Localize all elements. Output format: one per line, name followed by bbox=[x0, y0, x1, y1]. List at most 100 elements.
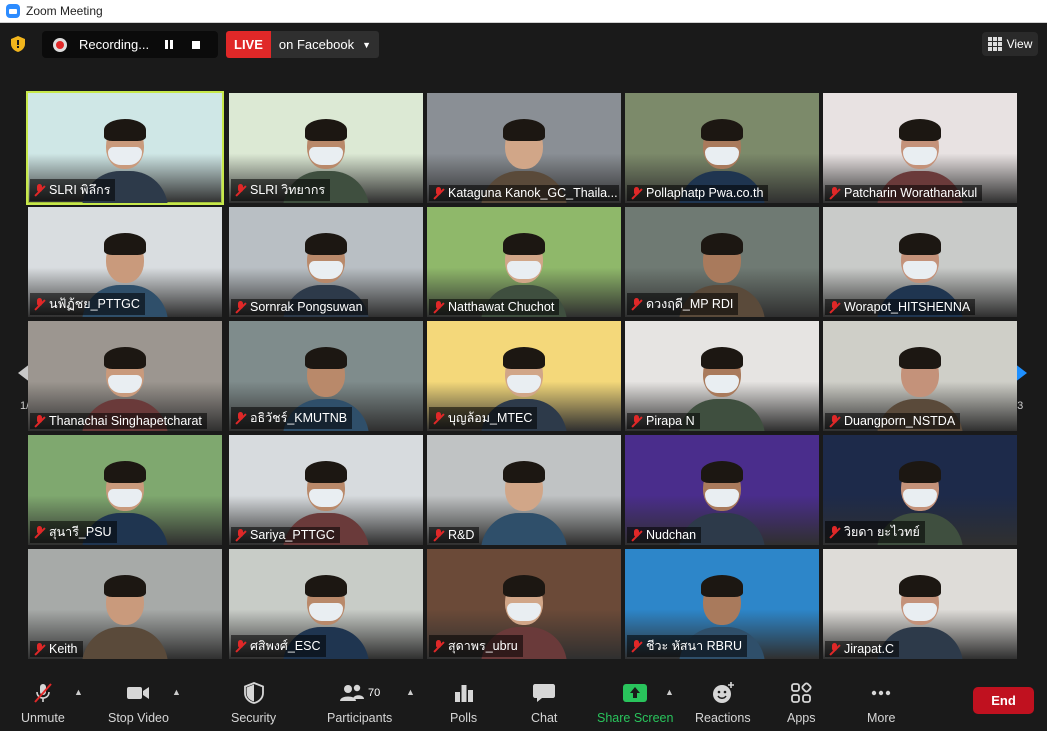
participant-name-tag: วิยดา ยะไวทย์ bbox=[825, 521, 925, 543]
participant-video-tile[interactable]: อธิวัชร์_KMUTNB bbox=[229, 321, 423, 431]
microphone-muted-icon bbox=[34, 525, 45, 539]
participant-video-tile[interactable]: ศสิพงศ์_ESC bbox=[229, 549, 423, 659]
participant-name-tag: Nudchan bbox=[627, 527, 702, 543]
microphone-muted-icon bbox=[631, 528, 642, 542]
participant-video-tile[interactable]: Sariya_PTTGC bbox=[229, 435, 423, 545]
meeting-topbar: Recording... LIVE on Facebook ▼ View bbox=[0, 23, 1047, 68]
pause-recording-button[interactable] bbox=[165, 40, 173, 49]
participant-name-tag: Kataguna Kanok_GC_Thaila... bbox=[429, 185, 619, 201]
chat-bubble-icon bbox=[532, 681, 556, 705]
participant-name: Pollaphatp Pwa.co.th bbox=[646, 186, 764, 200]
participant-video-tile[interactable]: วิยดา ยะไวทย์ bbox=[823, 435, 1017, 545]
participant-name-tag: Pirapa N bbox=[627, 413, 700, 429]
polls-bar-chart-icon bbox=[453, 681, 475, 705]
stop-video-button[interactable]: Stop Video bbox=[108, 681, 169, 725]
share-screen-button[interactable]: Share Screen bbox=[597, 681, 673, 725]
participants-options-chevron-icon[interactable]: ▲ bbox=[406, 687, 415, 697]
microphone-muted-icon bbox=[631, 639, 642, 653]
participant-video-tile[interactable]: Kataguna Kanok_GC_Thaila... bbox=[427, 93, 621, 203]
participant-name-tag: SLRI วิทยากร bbox=[231, 179, 331, 201]
participant-video-tile[interactable]: SLRI พิลึกร bbox=[26, 91, 224, 205]
microphone-muted-icon bbox=[433, 186, 444, 200]
participant-video-tile[interactable]: Nudchan bbox=[625, 435, 819, 545]
participant-name: สุดาพร_ubru bbox=[448, 639, 518, 653]
participant-name: ศสิพงศ์_ESC bbox=[250, 639, 321, 653]
microphone-muted-icon bbox=[631, 297, 642, 311]
participant-video-tile[interactable]: Sornrak Pongsuwan bbox=[229, 207, 423, 317]
participant-video-tile[interactable]: Duangporn_NSTDA bbox=[823, 321, 1017, 431]
participant-name: Patcharin Worathanakul bbox=[844, 186, 978, 200]
participant-name: วิยดา ยะไวทย์ bbox=[844, 525, 920, 539]
participant-name: ดวงฤดี_MP RDI bbox=[646, 297, 734, 311]
reactions-button[interactable]: Reactions bbox=[695, 681, 751, 725]
participant-video-tile[interactable]: ชีวะ หัสนา RBRU bbox=[625, 549, 819, 659]
stop-video-label: Stop Video bbox=[108, 711, 169, 725]
share-options-chevron-icon[interactable]: ▲ bbox=[665, 687, 674, 697]
live-destination-dropdown[interactable]: on Facebook ▼ bbox=[270, 31, 379, 58]
participant-name: Sornrak Pongsuwan bbox=[250, 300, 363, 314]
stop-recording-button[interactable] bbox=[192, 40, 200, 49]
participant-name-tag: Thanachai Singhapetcharat bbox=[30, 413, 207, 429]
participant-name: Sariya_PTTGC bbox=[250, 528, 335, 542]
participant-video-tile[interactable]: Jirapat.C bbox=[823, 549, 1017, 659]
participant-video-tile[interactable]: Natthawat Chuchot bbox=[427, 207, 621, 317]
participant-video-tile[interactable]: นฟ้ฏ้ชย_PTTGC bbox=[28, 207, 222, 317]
polls-button[interactable]: Polls bbox=[450, 681, 477, 725]
participant-video-tile[interactable]: สุนารี_PSU bbox=[28, 435, 222, 545]
recording-indicator: Recording... bbox=[42, 31, 218, 58]
participant-name-tag: Natthawat Chuchot bbox=[429, 299, 560, 315]
participant-video-tile[interactable]: สุดาพร_ubru bbox=[427, 549, 621, 659]
microphone-muted-icon bbox=[829, 186, 840, 200]
participant-video-tile[interactable]: บุญล้อม_MTEC bbox=[427, 321, 621, 431]
recording-dot-icon bbox=[53, 37, 67, 52]
participant-name: Duangporn_NSTDA bbox=[844, 414, 956, 428]
participant-video-tile[interactable]: SLRI วิทยากร bbox=[229, 93, 423, 203]
end-meeting-button[interactable]: End bbox=[973, 687, 1034, 714]
microphone-muted-icon bbox=[235, 639, 246, 653]
participant-name-tag: Worapot_HITSHENNA bbox=[825, 299, 976, 315]
security-button[interactable]: Security bbox=[231, 681, 276, 725]
share-screen-icon bbox=[622, 681, 648, 705]
participants-icon: 70 bbox=[339, 681, 380, 705]
live-stream-indicator[interactable]: LIVE on Facebook ▼ bbox=[226, 31, 379, 58]
view-button[interactable]: View bbox=[982, 32, 1038, 56]
live-badge: LIVE bbox=[226, 31, 271, 58]
microphone-muted-icon bbox=[34, 414, 45, 428]
apps-icon bbox=[790, 681, 812, 705]
audio-options-chevron-icon[interactable]: ▲ bbox=[74, 687, 83, 697]
view-label: View bbox=[1006, 37, 1033, 51]
participant-name-tag: Patcharin Worathanakul bbox=[825, 185, 983, 201]
participant-name: SLRI พิลึกร bbox=[49, 183, 111, 197]
security-shield-icon[interactable] bbox=[11, 36, 25, 52]
participant-video-tile[interactable]: Worapot_HITSHENNA bbox=[823, 207, 1017, 317]
participant-video-tile[interactable]: Keith bbox=[28, 549, 222, 659]
participant-name: อธิวัชร์_KMUTNB bbox=[250, 411, 348, 425]
live-destination-label: on Facebook bbox=[278, 37, 355, 52]
microphone-muted-icon bbox=[34, 642, 45, 656]
chat-button[interactable]: Chat bbox=[531, 681, 557, 725]
participant-video-tile[interactable]: Thanachai Singhapetcharat bbox=[28, 321, 222, 431]
apps-button[interactable]: Apps bbox=[787, 681, 816, 725]
participant-name-tag: R&D bbox=[429, 527, 480, 543]
more-button[interactable]: More bbox=[867, 681, 895, 725]
participant-video-tile[interactable]: Pollaphatp Pwa.co.th bbox=[625, 93, 819, 203]
video-options-chevron-icon[interactable]: ▲ bbox=[172, 687, 181, 697]
participant-name: SLRI วิทยากร bbox=[250, 183, 326, 197]
participant-video-tile[interactable]: Patcharin Worathanakul bbox=[823, 93, 1017, 203]
unmute-button[interactable]: Unmute bbox=[21, 681, 65, 725]
security-label: Security bbox=[231, 711, 277, 725]
polls-label: Polls bbox=[450, 711, 478, 725]
participant-name: บุญล้อม_MTEC bbox=[448, 411, 533, 425]
microphone-muted-icon bbox=[235, 300, 246, 314]
participant-video-tile[interactable]: R&D bbox=[427, 435, 621, 545]
participants-button[interactable]: 70 Participants bbox=[327, 681, 392, 725]
microphone-muted-icon bbox=[235, 528, 246, 542]
participants-label: Participants bbox=[327, 711, 393, 725]
participant-video-feed bbox=[82, 573, 168, 659]
microphone-muted-icon bbox=[34, 183, 45, 197]
participant-name: R&D bbox=[448, 528, 475, 542]
participant-video-tile[interactable]: Pirapa N bbox=[625, 321, 819, 431]
microphone-muted-icon bbox=[433, 528, 444, 542]
microphone-muted-icon bbox=[34, 297, 45, 311]
participant-video-tile[interactable]: ดวงฤดี_MP RDI bbox=[625, 207, 819, 317]
